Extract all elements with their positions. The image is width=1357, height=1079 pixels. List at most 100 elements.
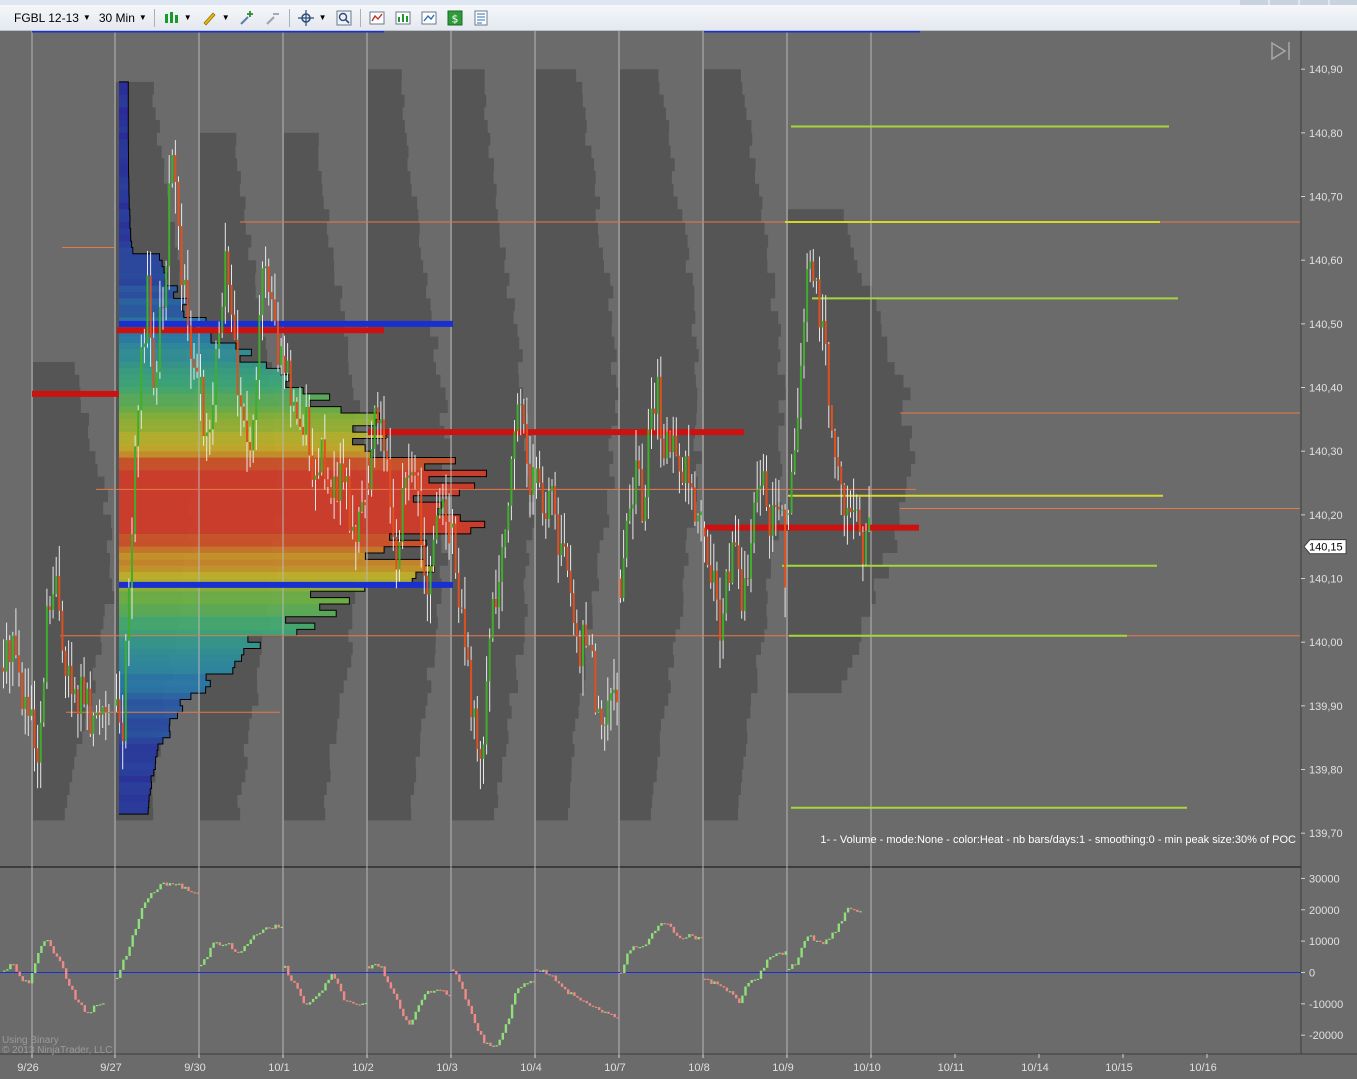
candle-body [95,712,98,716]
composite-profile-row [119,349,252,357]
candle-body [653,408,656,414]
indicator-bar [442,990,445,992]
indicator-bar [218,942,221,946]
indicator-bar [168,883,172,886]
indicator-bar [383,966,386,977]
candle-body [457,572,460,608]
indicator-bar [738,998,741,1004]
bar-type-icon [162,9,180,27]
indicator-bar [688,934,691,938]
indicator-bar [762,967,766,971]
indicator-bar [140,908,144,919]
candle-body [143,343,146,348]
candle-body [815,279,818,281]
candle-body [759,485,762,490]
candle-body [305,406,308,435]
candle-body [134,446,137,535]
composite-profile-row [119,425,353,433]
indicator-bar [99,1004,102,1006]
indicator-bar [287,965,290,976]
add-indicator-button[interactable] [234,8,260,28]
indicator-bar [710,979,713,984]
indicator-bar [178,883,181,885]
composite-profile-row [119,801,149,809]
indicator-bar [794,964,797,966]
strategy-button[interactable] [364,8,390,28]
x-tick-label: 10/1 [268,1062,289,1074]
candle-body [635,460,637,505]
y-tick-label: 140,70 [1309,192,1343,204]
candle-body [55,576,58,595]
candle-body [410,472,413,476]
candle-body [131,534,133,588]
candle-body [386,450,389,460]
composite-profile-row [119,451,371,458]
indicator-bar [299,988,302,996]
candle-body [64,650,67,677]
candle-body [342,463,345,483]
indicator-bar [389,982,393,989]
crosshair-button[interactable]: ▼ [293,8,331,28]
candle-body [354,526,357,542]
candle-body [311,455,314,480]
candle-body [606,700,609,725]
composite-profile-row [119,763,156,770]
indicator-bar [850,907,853,910]
composite-profile-row [119,533,390,541]
candle-body [45,606,48,683]
indicator-bar [616,1017,619,1019]
y-tick-label: 140,40 [1309,383,1343,395]
candle-body [292,401,295,406]
candle-body [560,543,563,556]
candle-body [174,155,177,182]
money-button[interactable]: $ [442,8,468,28]
indicator-bar [812,935,816,941]
candle-body [196,367,199,372]
indicator-bar [342,991,346,1001]
indicator-bar [258,932,262,935]
indicator-bar [420,999,424,1006]
indicator-bar [174,884,178,886]
chevron-down-icon: ▼ [82,13,91,22]
instrument-selector[interactable]: FGBL 12-13 ▼ [10,8,95,28]
indicator-bar [759,970,763,979]
composite-profile-row [119,413,380,420]
indicator-bar [392,988,396,994]
candle-body [728,571,731,584]
composite-profile-row [119,750,158,758]
indicator-bar [728,991,732,993]
indicator-bar [203,959,206,965]
remove-indicator-button[interactable] [260,8,286,28]
indicator-bar [778,952,781,954]
indicator-bar [464,988,467,1000]
indicator-bar [660,923,663,926]
bar-type-button[interactable]: ▼ [158,8,196,28]
indicator-bar [305,1003,309,1005]
candle-body [843,484,846,516]
indicator-bar [249,939,252,944]
zoom-button[interactable] [331,8,357,28]
composite-profile-row [119,693,191,700]
indicator-bar [119,969,122,978]
chart-properties-button[interactable] [416,8,442,28]
data-box-button[interactable] [390,8,416,28]
chevron-down-icon: ▼ [221,13,230,22]
candle-body [793,450,796,472]
candle-body [348,476,351,531]
draw-pencil-button[interactable]: ▼ [196,8,234,28]
chart-canvas[interactable]: 140,90 140,80 140,70 140,60 140,50 140,40 140,… [0,31,1357,1079]
properties-list-button[interactable] [468,8,494,28]
candle-body [467,647,469,660]
indicator-bar [231,943,234,950]
indicator-bar [682,938,685,940]
indicator-bar [666,923,669,925]
composite-profile-row [119,196,130,204]
candle-body [404,477,407,488]
indicator-bar [458,974,461,982]
candle-body [700,511,703,516]
candle-body [230,284,233,315]
timeframe-selector[interactable]: 30 Min ▼ [95,8,151,28]
candle-body [441,499,444,508]
composite-profile-row [119,247,133,255]
candle-body [855,509,858,511]
